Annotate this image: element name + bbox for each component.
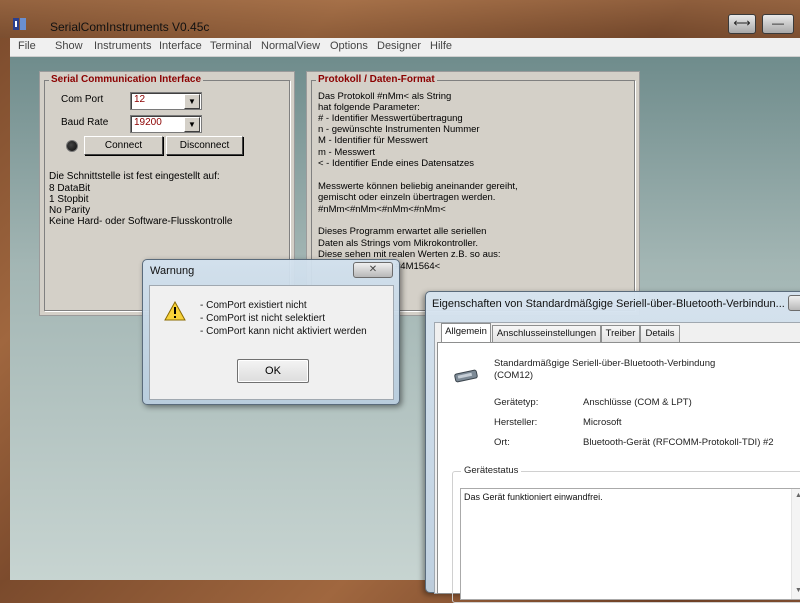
warning-dialog: Warnung ✕ - ComPort existiert nicht - Co… (142, 259, 400, 405)
chevron-down-icon[interactable]: ▼ (184, 117, 200, 132)
properties-dialog: Eigenschaften von Standardmäßgige Seriel… (425, 291, 800, 603)
serial-info-line: Die Schnittstelle ist fest eingestellt a… (49, 171, 220, 182)
title-bar[interactable]: SerialComInstruments V0.45c ⟷ — (0, 0, 800, 38)
serial-port-icon (454, 369, 478, 383)
warning-triangle-icon (164, 301, 186, 321)
manufacturer-value: Microsoft (583, 417, 622, 428)
disconnect-button[interactable]: Disconnect (166, 136, 243, 155)
device-type-label: Gerätetyp: (494, 397, 539, 408)
protocol-line: #nMm<#nMm<#nMm<#nMm< (318, 204, 446, 215)
tab-allgemein[interactable]: Allgemein (441, 323, 491, 342)
close-button[interactable]: ✕ (788, 295, 800, 311)
menu-designer[interactable]: Designer (377, 40, 421, 52)
protocol-line: hat folgende Parameter: (318, 102, 420, 113)
location-label: Ort: (494, 437, 510, 448)
properties-dialog-body: Allgemein Anschlusseinstellungen Treiber… (434, 322, 800, 603)
properties-dialog-title: Eigenschaften von Standardmäßgige Seriel… (432, 298, 785, 310)
menu-bar: File Show Instruments Interface Terminal… (10, 38, 800, 57)
protocol-line: Daten als Strings vom Mikrokontroller. (318, 238, 478, 249)
connect-button[interactable]: Connect (84, 136, 163, 155)
serial-info-line: No Parity (49, 205, 91, 216)
serial-group-title: Serial Communication Interface (49, 74, 204, 85)
menu-hilfe[interactable]: Hilfe (430, 40, 452, 52)
location-value: Bluetooth-Gerät (RFCOMM-Protokoll-TDI) #… (583, 437, 774, 448)
menu-options[interactable]: Options (330, 40, 368, 52)
minimize-button[interactable]: — (762, 14, 794, 34)
com-port-select[interactable]: 12 ▼ (130, 92, 202, 110)
ok-button[interactable]: OK (237, 359, 309, 383)
warning-message: - ComPort ist nicht selektiert (200, 313, 326, 324)
com-port-label: Com Port (61, 94, 104, 105)
warning-dialog-title: Warnung (150, 265, 195, 277)
serial-info-line: 1 Stopbit (49, 194, 89, 205)
protocol-line: M - Identifier für Messwert (318, 135, 428, 146)
device-status-textbox[interactable]: Das Gerät funktioniert einwandfrei. ▲ ▼ (460, 488, 800, 600)
com-port-value: 12 (134, 94, 146, 105)
protocol-group-title: Protokoll / Daten-Format (316, 74, 437, 85)
device-port: (COM12) (494, 370, 534, 381)
menu-show[interactable]: Show (55, 40, 83, 52)
protocol-line: Das Protokoll #nMm< als String (318, 91, 452, 102)
menu-terminal[interactable]: Terminal (210, 40, 252, 52)
window-title: SerialComInstruments V0.45c (50, 20, 210, 34)
device-status-text: Das Gerät funktioniert einwandfrei. (464, 492, 603, 502)
tab-anschlusseinstellungen[interactable]: Anschlusseinstellungen (492, 325, 601, 342)
scroll-down-icon[interactable]: ▼ (795, 587, 800, 594)
manufacturer-label: Hersteller: (494, 417, 538, 428)
serial-info-line: Keine Hard- oder Software-Flusskontrolle (49, 216, 233, 227)
menu-instruments[interactable]: Instruments (94, 40, 151, 52)
menu-file[interactable]: File (18, 40, 36, 52)
protocol-line: gemischt oder einzeln übertragen werden. (318, 192, 496, 203)
scroll-up-icon[interactable]: ▲ (795, 492, 800, 499)
protocol-line: Messwerte können beliebig aneinander ger… (318, 181, 518, 192)
connection-status-led (66, 140, 78, 152)
status-scrollbar[interactable]: ▲ ▼ (791, 489, 800, 599)
chevron-down-icon[interactable]: ▼ (184, 94, 200, 109)
device-type-value: Anschlüsse (COM & LPT) (583, 397, 692, 408)
protocol-line: m - Messwert (318, 147, 375, 158)
protocol-line: < - Identifier Ende eines Datensatzes (318, 158, 475, 169)
baud-rate-select[interactable]: 19200 ▼ (130, 115, 202, 133)
menu-interface[interactable]: Interface (159, 40, 202, 52)
device-status-legend: Gerätestatus (461, 465, 522, 476)
device-name: Standardmäßgige Seriell-über-Bluetooth-V… (494, 358, 716, 369)
warning-dialog-body: - ComPort existiert nicht - ComPort ist … (149, 285, 394, 400)
warning-message: - ComPort existiert nicht (200, 300, 307, 311)
app-icon (13, 18, 26, 30)
protocol-line: Dieses Programm erwartet alle seriellen (318, 226, 487, 237)
baud-rate-value: 19200 (134, 117, 162, 128)
serial-info-line: 8 DataBit (49, 183, 91, 194)
device-status-group: Gerätestatus Das Gerät funktioniert einw… (452, 465, 800, 603)
tab-treiber[interactable]: Treiber (601, 325, 640, 342)
protocol-line: n - gewünschte Instrumenten Nummer (318, 124, 480, 135)
close-button[interactable]: ✕ (353, 262, 393, 278)
tab-panel-allgemein: Standardmäßgige Seriell-über-Bluetooth-V… (437, 342, 800, 603)
protocol-line: #4M1564< (395, 261, 441, 272)
warning-message: - ComPort kann nicht aktiviert werden (200, 326, 367, 337)
restore-button[interactable]: ⟷ (728, 14, 756, 34)
menu-normalview[interactable]: NormalView (261, 40, 320, 52)
tab-details[interactable]: Details (640, 325, 680, 342)
baud-rate-label: Baud Rate (61, 117, 109, 128)
protocol-line: # - Identifier Messwertübertragung (318, 113, 463, 124)
